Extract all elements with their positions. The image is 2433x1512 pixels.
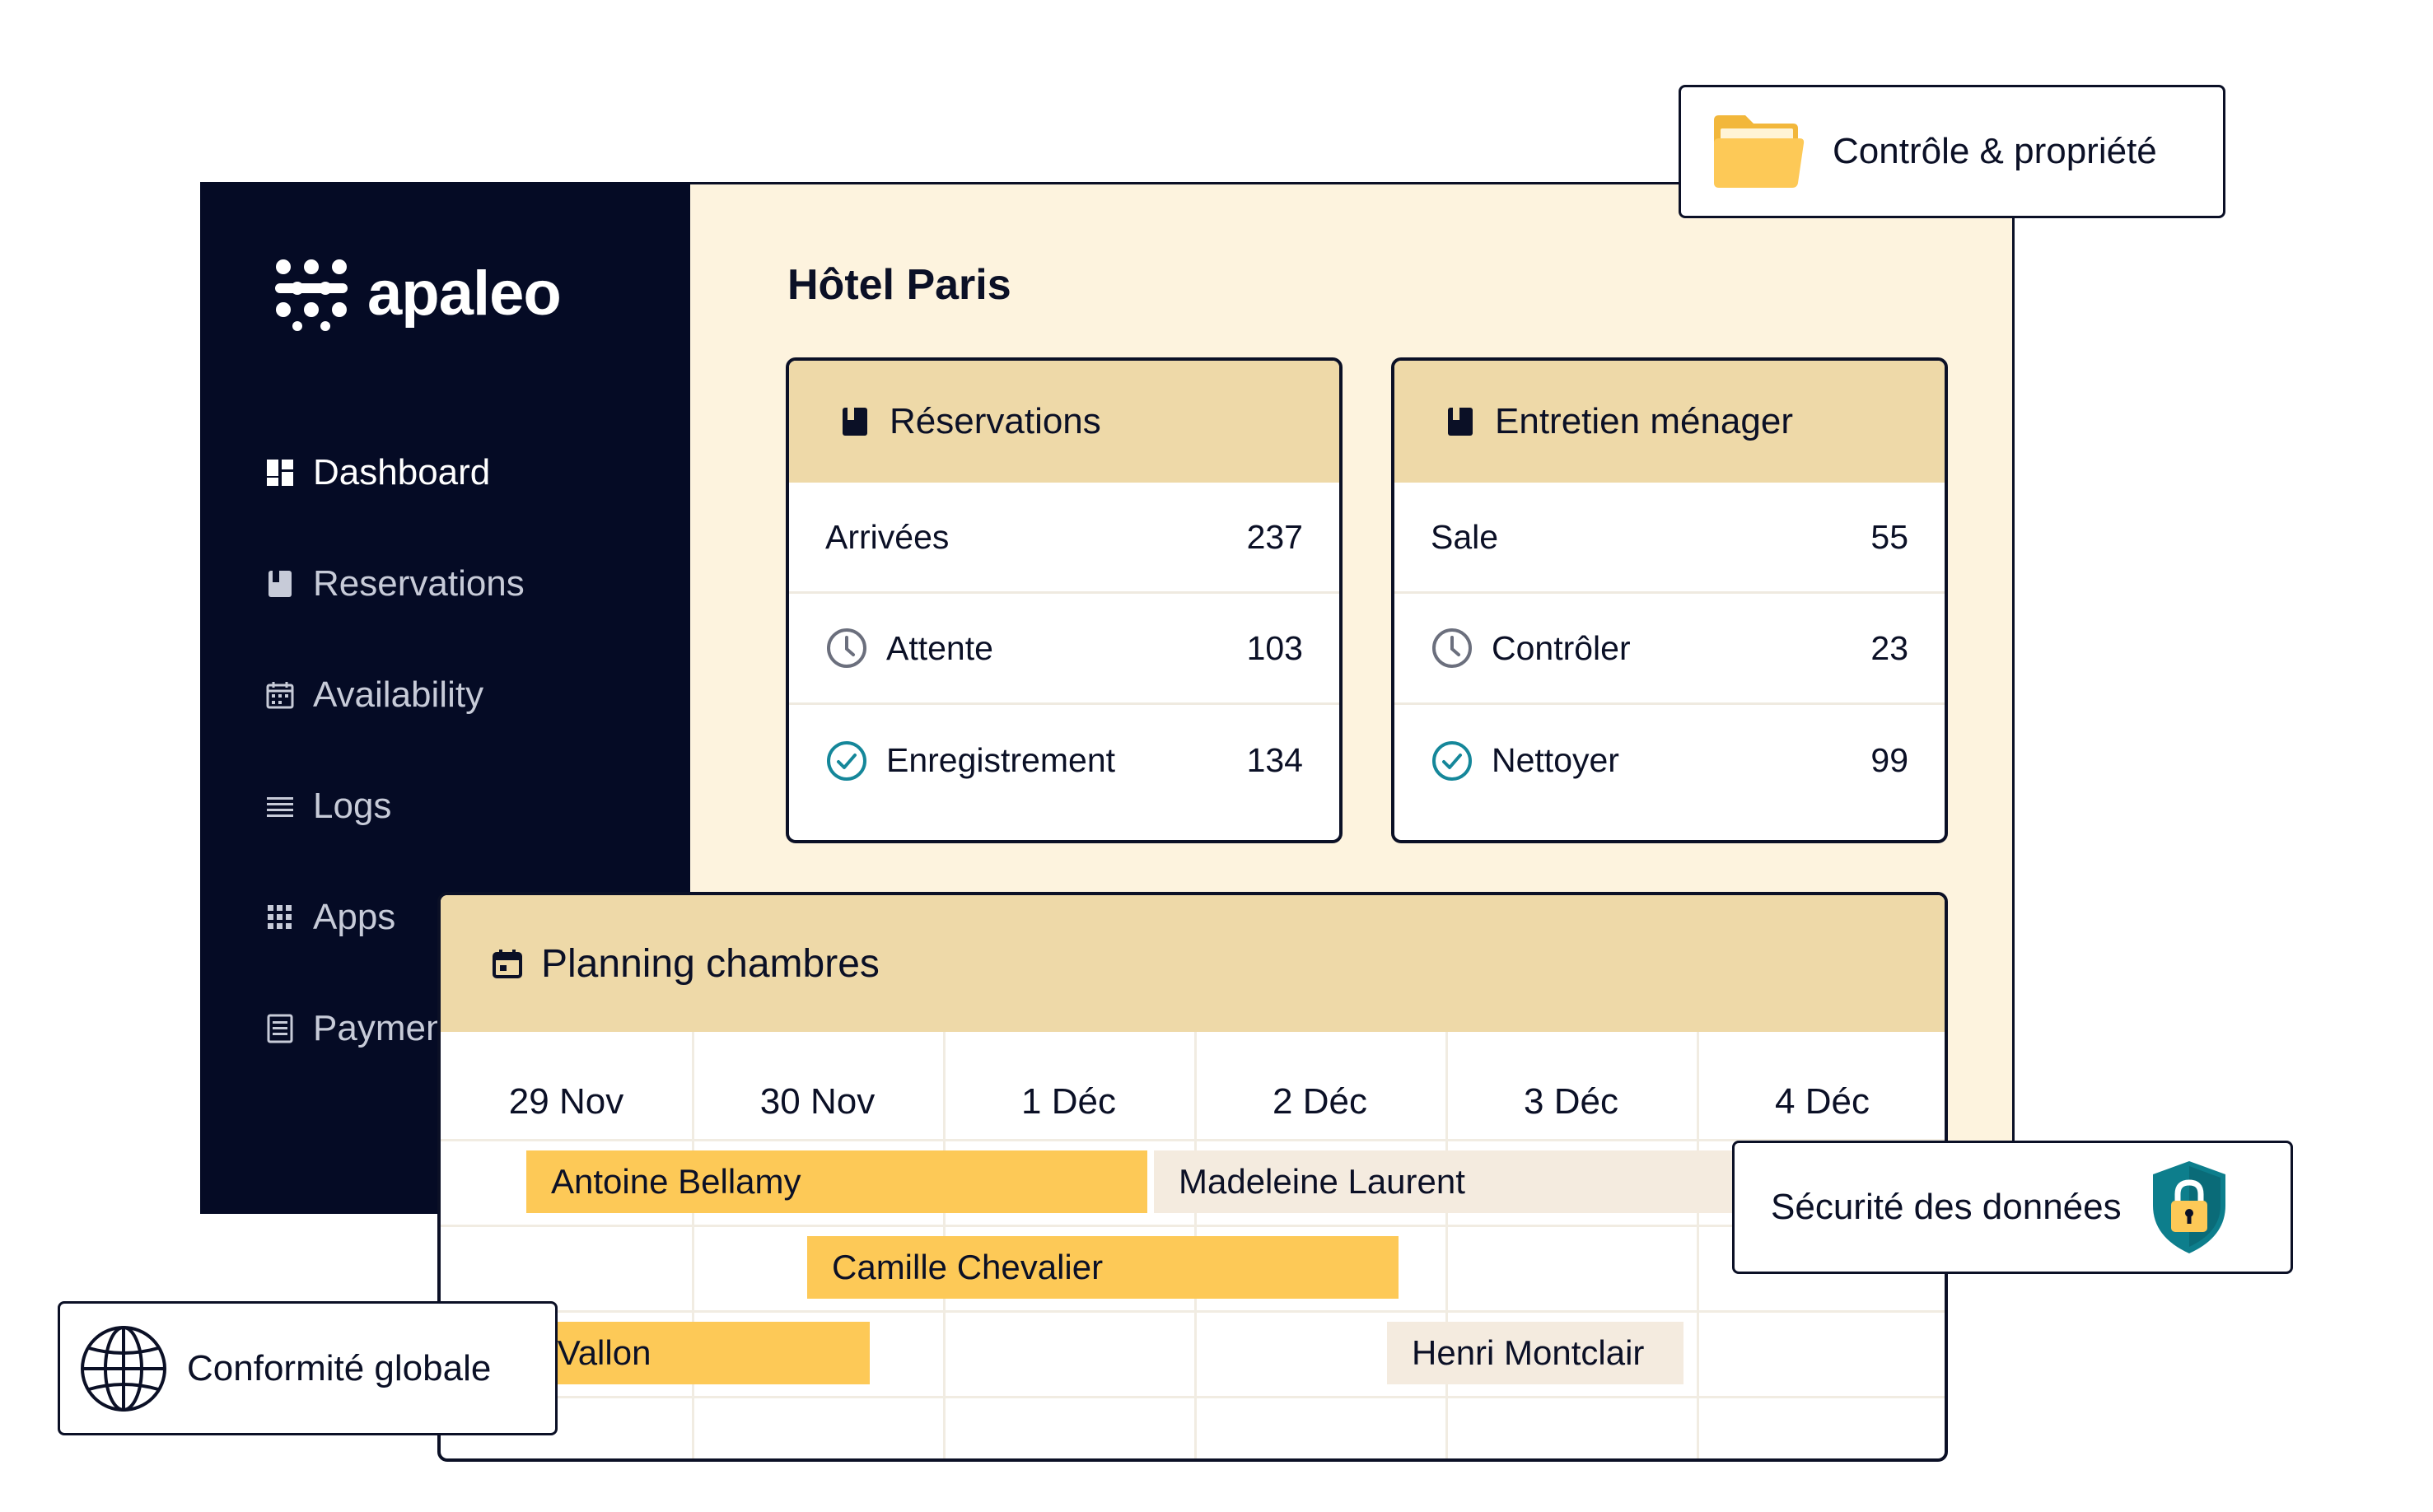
stat-row-inspect[interactable]: Contrôler 23 [1394, 594, 1945, 705]
housekeeping-card: Entretien ménager Sale 55 Contrôler 23 N… [1391, 357, 1948, 843]
booking-bar[interactable]: Madeleine Laurent [1154, 1150, 1780, 1213]
page-title: Hôtel Paris [787, 261, 1011, 309]
card-title: Entretien ménager [1495, 401, 1793, 441]
data-security-badge: Sécurité des données [1732, 1141, 2293, 1274]
sidebar-item-label: Availability [313, 674, 484, 715]
planning-title: Planning chambres [541, 941, 880, 986]
sidebar-item-label: Apps [313, 897, 396, 937]
book-icon [843, 408, 867, 436]
booking-bar[interactable]: Antoine Bellamy [526, 1150, 1147, 1213]
stat-row-dirty[interactable]: Sale 55 [1394, 483, 1945, 594]
grid-row-divider [441, 1396, 1945, 1398]
badge-label: Conformité globale [187, 1347, 492, 1388]
grid-row-divider [441, 1225, 1945, 1227]
card-header: Réservations [789, 361, 1339, 483]
sidebar-item-dashboard[interactable]: Dashboard [265, 452, 490, 493]
stat-value: 103 [1246, 628, 1303, 667]
sidebar-item-label: Reservations [313, 563, 525, 604]
book-icon [269, 571, 292, 597]
day-header: 30 Nov [759, 1081, 876, 1122]
book-icon [1448, 408, 1473, 436]
control-ownership-badge: Contrôle & propriété [1679, 85, 2225, 218]
stat-value: 23 [1870, 628, 1908, 667]
stat-row-clean[interactable]: Nettoyer 99 [1394, 705, 1945, 816]
global-compliance-badge: Conformité globale [58, 1301, 558, 1435]
sidebar-item-availability[interactable]: Availability [265, 674, 483, 716]
stat-row-pending[interactable]: Attente 103 [789, 594, 1339, 705]
reservations-card: Réservations Arrivées 237 Attente 103 En… [786, 357, 1343, 843]
grid-icon [268, 905, 292, 929]
stat-label: Contrôler [1492, 628, 1631, 667]
clock-icon [1432, 628, 1472, 668]
list-icon [267, 797, 293, 817]
dashboard-icon [267, 460, 293, 486]
badge-label: Sécurité des données [1771, 1187, 2122, 1227]
shield-lock-icon [2152, 1161, 2225, 1253]
stat-label: Attente [886, 628, 993, 667]
logo-wordmark: apaleo [367, 258, 562, 329]
stat-label: Sale [1431, 517, 1499, 556]
stat-value: 99 [1870, 741, 1908, 779]
check-circle-icon [1432, 740, 1472, 781]
stat-row-checkin[interactable]: Enregistrement 134 [789, 705, 1339, 816]
calendar-icon [493, 950, 522, 978]
booking-bar[interactable]: Camille Chevalier [807, 1236, 1399, 1299]
folder-icon [1714, 115, 1805, 188]
apaleo-logo[interactable]: apaleo [273, 255, 562, 331]
stat-value: 134 [1246, 741, 1303, 779]
sidebar-item-logs[interactable]: Logs [265, 786, 391, 827]
clock-icon [827, 628, 866, 668]
sidebar-item-label: Logs [313, 786, 392, 826]
apaleo-logo-icon [275, 259, 348, 331]
badge-label: Contrôle & propriété [1833, 131, 2157, 171]
day-header: 2 Déc [1273, 1081, 1367, 1122]
sidebar-item-reservations[interactable]: Reservations [265, 563, 525, 604]
stat-label: Nettoyer [1492, 741, 1619, 779]
sidebar-item-apps[interactable]: Apps [265, 897, 395, 938]
card-title: Réservations [890, 401, 1101, 441]
grid-row-divider [441, 1139, 1945, 1141]
card-header: Entretien ménager [1394, 361, 1945, 483]
stat-value: 237 [1246, 517, 1303, 556]
grid-row-divider [441, 1310, 1945, 1313]
check-circle-icon [827, 740, 866, 781]
globe-icon [81, 1325, 166, 1412]
stat-label: Enregistrement [886, 741, 1116, 779]
stat-label: Arrivées [825, 517, 950, 556]
planning-grid: 29 Nov 30 Nov 1 Déc 2 Déc 3 Déc 4 Déc An… [441, 1032, 1945, 1458]
booking-bar[interactable]: Henri Montclair [1387, 1322, 1683, 1384]
day-header: 3 Déc [1524, 1081, 1618, 1122]
room-planning-panel: Planning chambres 29 Nov 30 Nov 1 Déc 2 … [437, 892, 1948, 1462]
day-header: 1 Déc [1021, 1081, 1116, 1122]
day-header: 29 Nov [508, 1081, 624, 1122]
planning-header: Planning chambres [441, 895, 1945, 1032]
sidebar-item-label: Dashboard [313, 452, 491, 492]
calendar-icon [266, 682, 294, 709]
receipt-icon [267, 1014, 293, 1043]
stat-row-arrivals[interactable]: Arrivées 237 [789, 483, 1339, 594]
day-header: 4 Déc [1775, 1081, 1870, 1122]
stat-value: 55 [1870, 517, 1908, 556]
